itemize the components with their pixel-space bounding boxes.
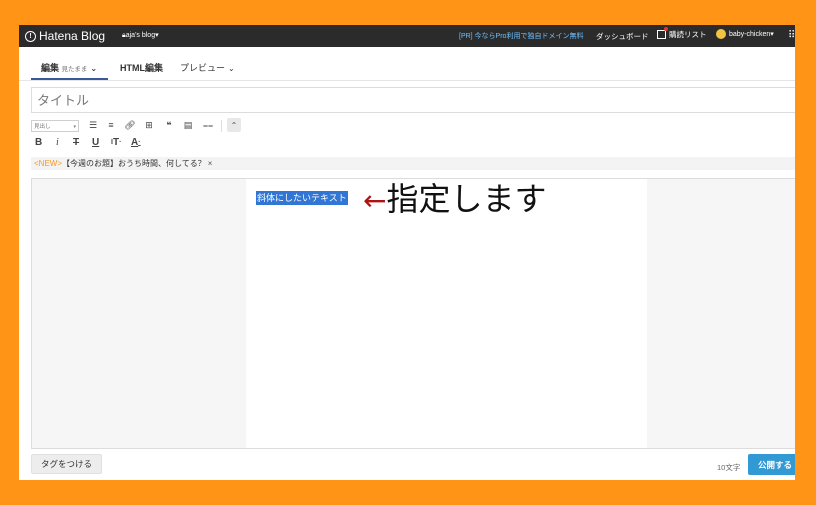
annotation-text: 指定します — [386, 180, 547, 218]
dashboard-link[interactable]: ダッシュボード — [596, 31, 649, 42]
caret-down-icon: ▾ — [770, 31, 774, 38]
app-window: ! Hatena Blog 🔒︎aja's blog▾ [PR] 今ならPro利… — [19, 25, 795, 480]
tab-preview[interactable]: プレビュー ⌄ — [180, 61, 235, 74]
tab-edit-sub: 見たまま — [61, 66, 88, 73]
user-menu[interactable]: baby-chicken ▾ — [716, 29, 774, 39]
table-icon[interactable]: ⊞ — [142, 118, 156, 132]
editor-content[interactable]: 斜体にしたいテキスト ←指定します — [246, 179, 647, 448]
caret-down-icon: ▾ — [73, 124, 76, 130]
more-icon[interactable]: ▤ — [181, 118, 195, 132]
chevron-up-icon[interactable]: ⌃ — [227, 118, 241, 132]
topic-link[interactable]: 【今週のお題】おうち時間、何してる？ — [62, 159, 206, 168]
reading-list-link[interactable]: 購読リスト — [657, 27, 707, 40]
bullet-list-icon[interactable]: ☰ — [86, 118, 100, 132]
text-color-label: A — [131, 136, 139, 148]
chevron-down-icon: ⌄ — [228, 64, 235, 73]
footnote-icon[interactable]: ⩵ — [201, 118, 215, 132]
selected-text[interactable]: 斜体にしたいテキスト — [256, 191, 348, 205]
close-icon[interactable]: × — [208, 159, 213, 168]
topic-banner: <NEW>【今週のお題】おうち時間、何してる？ × — [31, 157, 795, 170]
heading-select-value: 見出し — [34, 124, 51, 130]
format-toolbar: B i T U I T · A · — [31, 135, 331, 151]
italic-button[interactable]: i — [56, 135, 59, 149]
text-color-button[interactable]: A · — [131, 135, 141, 149]
heading-select[interactable]: 見出し ▾ — [31, 120, 79, 132]
new-badge: <NEW> — [34, 159, 63, 168]
add-tag-button[interactable]: タグをつける — [31, 454, 102, 474]
active-tab-indicator — [31, 78, 108, 80]
strikethrough-button[interactable]: T — [73, 135, 79, 149]
char-count: 10文字 — [717, 463, 741, 472]
chevron-down-icon: ⌄ — [90, 64, 98, 73]
blog-selector[interactable]: 🔒︎aja's blog▾ — [122, 31, 159, 40]
left-arrow-icon: ← — [363, 184, 387, 217]
editor-footer: タグをつける 10文字 公開する — [19, 449, 795, 480]
tab-edit-label: 編集 — [41, 63, 60, 73]
top-navbar: ! Hatena Blog 🔒︎aja's blog▾ [PR] 今ならPro利… — [19, 25, 795, 47]
quote-icon[interactable]: ❝ — [162, 118, 176, 132]
caret-down-icon: ▾ — [155, 32, 159, 39]
hatena-logo-icon: ! — [25, 30, 36, 42]
toolbar-divider — [221, 120, 222, 132]
editor-area: 斜体にしたいテキスト ←指定します — [31, 178, 795, 449]
tab-html-edit[interactable]: HTML編集 — [120, 61, 163, 74]
tab-edit[interactable]: 編集 見たまま ⌄ — [41, 61, 97, 74]
tab-preview-label: プレビュー — [180, 63, 226, 73]
numbered-list-icon[interactable]: ≡ — [104, 118, 118, 132]
editor-toolbar: 見出し ▾ ☰ ≡ 🔗︎ ⊞ ❝ ▤ ⩵ ⌃ — [31, 118, 795, 134]
logo-text: Hatena Blog — [39, 29, 106, 43]
editor-mode-tabs: 編集 見たまま ⌄ HTML編集 プレビュー ⌄ — [19, 47, 795, 81]
underline-button[interactable]: U — [92, 135, 99, 149]
avatar — [716, 29, 726, 39]
font-size-button[interactable]: I T · — [111, 135, 121, 149]
publish-button[interactable]: 公開する — [748, 454, 795, 475]
pro-promo-link[interactable]: [PR] 今ならPro利用で独自ドメイン無料 — [459, 31, 583, 41]
reading-list-icon — [657, 27, 668, 39]
hatena-blog-logo[interactable]: ! Hatena Blog — [25, 28, 105, 44]
reading-list-label: 購読リスト — [669, 30, 707, 39]
link-icon[interactable]: 🔗︎ — [123, 118, 137, 132]
blog-name: aja's blog — [125, 32, 156, 39]
title-input[interactable] — [31, 87, 795, 113]
instruction-annotation: ←指定します — [363, 174, 546, 220]
username: baby-chicken — [729, 30, 771, 38]
menu-grid-icon[interactable]: ⠿ — [788, 30, 795, 41]
bold-button[interactable]: B — [35, 135, 42, 149]
